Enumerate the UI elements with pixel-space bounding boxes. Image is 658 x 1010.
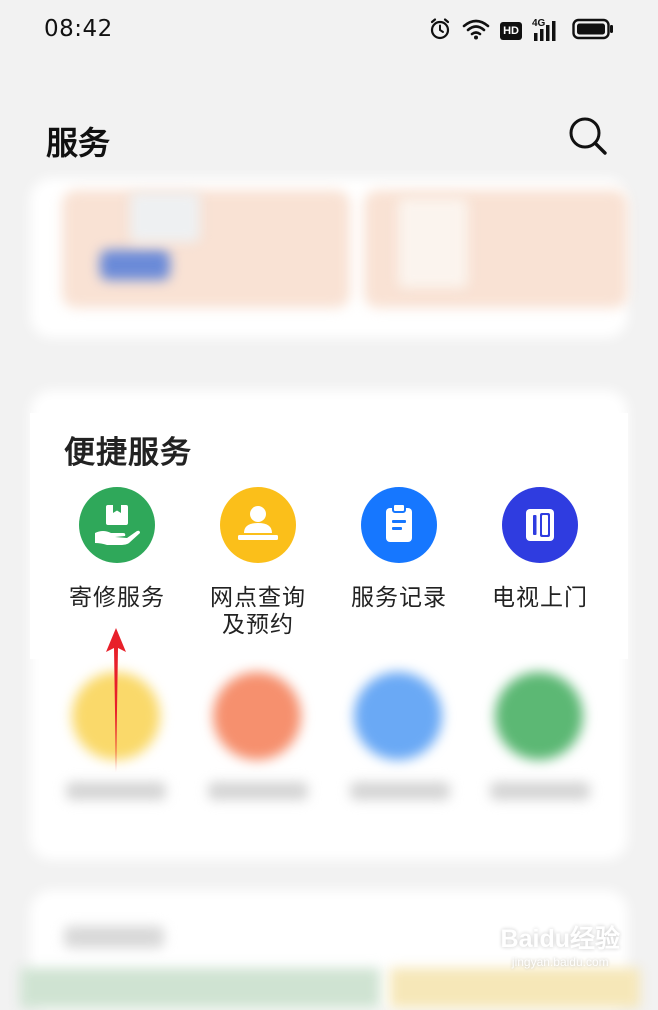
- status-time: 08:42: [44, 16, 113, 42]
- box-hand-icon: [95, 505, 140, 545]
- service-label: 电视上门: [492, 585, 588, 611]
- tv-box-icon: [526, 509, 554, 541]
- service-item-tv-home[interactable]: 电视上门: [470, 487, 610, 647]
- status-bar: 08:42 HD 4G: [0, 0, 658, 62]
- blurred-service-icon: [213, 672, 301, 760]
- blurred-bottom-graphic: [20, 968, 380, 1008]
- status-icons: HD 4G: [428, 17, 614, 45]
- watermark-text: Baidu经验: [500, 925, 620, 953]
- blurred-tile-graphic: [100, 250, 170, 280]
- search-button[interactable]: [566, 114, 610, 158]
- red-arrow-annotation: [104, 626, 128, 780]
- service-label-line2: 及预约: [222, 612, 294, 638]
- service-label: 网点查询 及预约: [188, 585, 328, 639]
- wifi-icon: [462, 18, 490, 44]
- section-title: 便捷服务: [64, 435, 192, 471]
- hd-badge: HD: [500, 22, 522, 40]
- watermark-subtext: jingyan.baidu.com: [511, 955, 609, 969]
- blurred-section-title: [64, 926, 164, 948]
- page-title: 服务: [46, 124, 111, 162]
- page-header: 服务: [0, 96, 658, 180]
- repair-service-icon-circle: [79, 487, 155, 563]
- service-item-repair[interactable]: 寄修服务: [47, 487, 187, 647]
- arrow-up-icon: [106, 628, 126, 772]
- blurred-service-icon: [495, 672, 583, 760]
- search-icon: [569, 117, 607, 155]
- blurred-service-label: [490, 782, 590, 800]
- battery-icon: [572, 18, 614, 44]
- service-label: 服务记录: [351, 585, 447, 611]
- person-desk-icon: [238, 506, 278, 540]
- service-records-icon-circle: [361, 487, 437, 563]
- signal-icon: 4G: [532, 19, 562, 43]
- blurred-service-label: [208, 782, 308, 800]
- blurred-tile-graphic: [398, 198, 468, 288]
- service-label-line1: 网点查询: [210, 585, 306, 611]
- blurred-service-label: [66, 782, 166, 800]
- blurred-tile-graphic: [130, 192, 200, 242]
- outlet-query-icon-circle: [220, 487, 296, 563]
- blurred-service-icon: [354, 672, 442, 760]
- service-label: 寄修服务: [69, 585, 165, 611]
- quick-services-card: 便捷服务 寄修服务 网点查询 及预约 服务记录 电视上门: [30, 413, 628, 659]
- clipboard-icon: [386, 503, 412, 542]
- service-item-outlet-query[interactable]: 网点查询 及预约: [188, 487, 328, 647]
- baidu-watermark: Baidu经验 jingyan.baidu.com: [501, 919, 620, 969]
- blurred-bottom-graphic: [390, 968, 640, 1008]
- blurred-banner-tile-left: [62, 190, 350, 308]
- service-item-records[interactable]: 服务记录: [329, 487, 469, 647]
- blurred-service-label: [350, 782, 450, 800]
- alarm-icon: [428, 17, 452, 45]
- tv-home-icon-circle: [502, 487, 578, 563]
